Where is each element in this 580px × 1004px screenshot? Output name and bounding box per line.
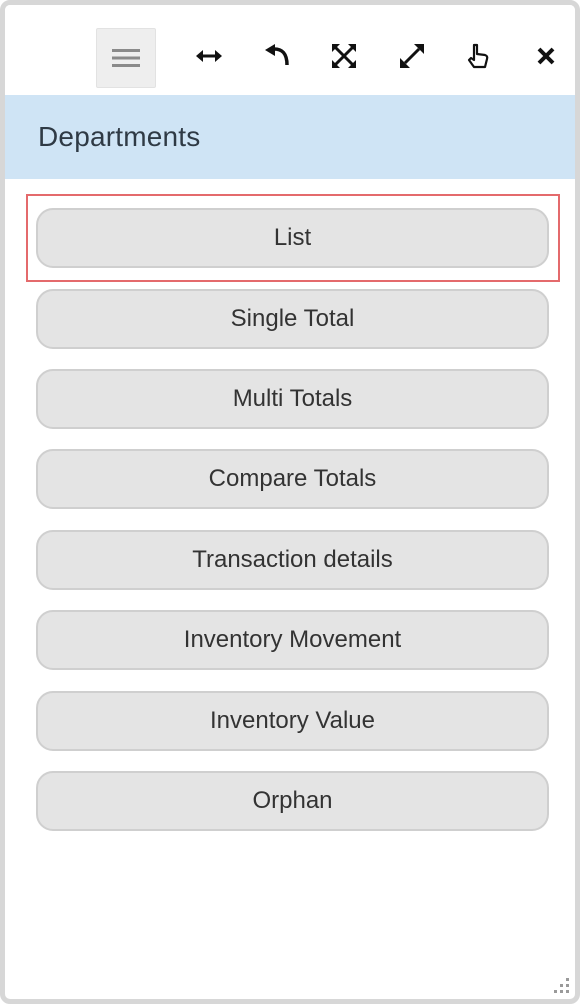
menu-item-multi-totals[interactable]: Multi Totals [36, 369, 549, 429]
menu-button[interactable] [96, 28, 156, 88]
menu-icon [112, 49, 140, 67]
menu-item-inventory-movement[interactable]: Inventory Movement [36, 610, 549, 670]
menu-item-transaction-details[interactable]: Transaction details [36, 530, 549, 590]
undo-arrow-icon [265, 44, 289, 66]
section-header: Departments [5, 95, 575, 179]
select-pointer-button[interactable] [449, 27, 507, 85]
page-title: Departments [38, 121, 201, 152]
close-button[interactable] [517, 27, 575, 85]
menu-item-compare-totals[interactable]: Compare Totals [36, 449, 549, 509]
collapse-icon [332, 44, 356, 68]
menu-item-single-total[interactable]: Single Total [36, 289, 549, 349]
menu-item-list[interactable]: List [36, 208, 549, 268]
close-icon [537, 47, 555, 65]
resize-grip-icon[interactable] [553, 977, 571, 995]
undo-button[interactable] [248, 27, 306, 85]
pointer-hand-icon [467, 43, 489, 69]
menu-item-orphan[interactable]: Orphan [36, 771, 549, 831]
menu-item-inventory-value[interactable]: Inventory Value [36, 691, 549, 751]
horizontal-arrows-icon [196, 50, 222, 62]
toolbar [5, 5, 575, 95]
collapse-button[interactable] [315, 27, 373, 85]
expand-icon [400, 44, 424, 68]
app-window: Departments List Single Total Multi Tota… [0, 0, 580, 1004]
expand-button[interactable] [383, 27, 441, 85]
fit-width-button[interactable] [180, 27, 238, 85]
